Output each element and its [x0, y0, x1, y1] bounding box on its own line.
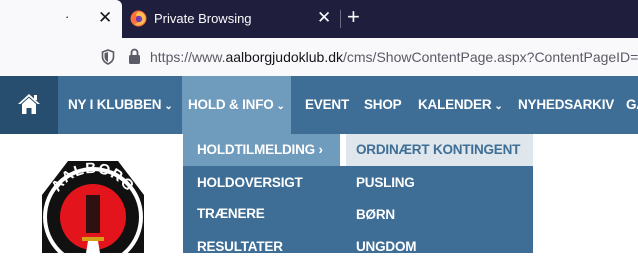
site-navbar: NY I KLUBBEN ⌄ HOLD & INFO ⌄ EVENT SHOP KA…: [0, 76, 638, 134]
url-prefix: https://www.: [150, 49, 226, 65]
nav-item-label: GA: [626, 97, 638, 112]
dropdown-item-label: RESULTATER: [197, 239, 283, 254]
dropdown-item-traenere[interactable]: TRÆNERE: [197, 203, 265, 225]
nav-item-nyhedsarkiv[interactable]: NYHEDSARKIV: [518, 76, 614, 134]
submenu-indicator: [340, 134, 346, 166]
tab-title: Private Browsing: [154, 11, 252, 26]
lock-icon[interactable]: [128, 48, 141, 65]
submenu-item-label: UNGDOM: [356, 239, 417, 254]
nav-item-event[interactable]: EVENT: [305, 76, 349, 134]
nav-item-label: EVENT: [305, 97, 350, 112]
firefox-icon: [130, 10, 147, 27]
close-icon[interactable]: ✕: [317, 8, 331, 28]
url-bar[interactable]: https://www.aalborgjudoklub.dk/cms/ShowC…: [0, 38, 638, 77]
shield-icon[interactable]: [101, 49, 115, 65]
nav-item-label: KALENDER: [418, 97, 492, 112]
nav-item-label: NY I KLUBBEN: [68, 97, 162, 112]
active-tab[interactable]: · ✕: [0, 0, 122, 38]
url-text[interactable]: https://www.aalborgjudoklub.dk/cms/ShowC…: [150, 49, 638, 65]
chevron-down-icon: ⌄: [276, 101, 285, 112]
url-domain: aalborgjudoklub.dk: [225, 49, 343, 65]
holdtilmelding-submenu: ORDINÆRT KONTINGENT PUSLING BØRN UNGDOM: [340, 134, 533, 254]
dropdown-item-resultater[interactable]: RESULTATER: [197, 236, 283, 258]
nav-item-ga[interactable]: GA: [626, 76, 638, 134]
new-tab-button[interactable]: +: [347, 5, 360, 29]
submenu-item-label: ORDINÆRT KONTINGENT: [356, 142, 521, 157]
home-button[interactable]: [0, 76, 58, 134]
url-path: /cms/ShowContentPage.aspx?ContentPageID=…: [343, 49, 638, 65]
chevron-right-icon: ›: [318, 142, 324, 157]
close-icon[interactable]: ✕: [98, 8, 112, 28]
submenu-item-label: BØRN: [356, 207, 395, 222]
submenu-item-boern[interactable]: BØRN: [356, 204, 395, 226]
chevron-down-icon: ⌄: [494, 101, 503, 112]
submenu-item-label: PUSLING: [356, 175, 415, 190]
tab-indicator: ·: [65, 9, 70, 24]
nav-item-label: SHOP: [364, 97, 402, 112]
dropdown-item-label: TRÆNERE: [197, 206, 265, 221]
nav-item-shop[interactable]: SHOP: [364, 76, 402, 134]
dropdown-item-label: HOLDOVERSIGT: [197, 175, 303, 190]
submenu-item-ordinaert-kontingent[interactable]: ORDINÆRT KONTINGENT: [346, 134, 533, 166]
submenu-item-ungdom[interactable]: UNGDOM: [356, 236, 416, 258]
hold-info-dropdown: HOLDTILMELDING › HOLDOVERSIGT TRÆNERE RE…: [183, 134, 340, 254]
home-icon: [18, 94, 40, 114]
nav-item-kalender[interactable]: KALENDER ⌄: [418, 76, 503, 134]
chevron-down-icon: ⌄: [164, 101, 173, 112]
dropdown-item-holdtilmelding[interactable]: HOLDTILMELDING ›: [183, 134, 340, 166]
nav-item-label: HOLD & INFO: [188, 97, 274, 112]
nav-item-label: NYHEDSARKIV: [518, 97, 615, 112]
nav-item-hold-info[interactable]: HOLD & INFO ⌄: [182, 76, 291, 134]
private-browsing-tab[interactable]: Private Browsing ✕: [122, 0, 342, 38]
nav-item-ny-i-klubben[interactable]: NY I KLUBBEN ⌄: [68, 76, 173, 134]
club-logo: AALBORG: [42, 160, 144, 253]
browser-tab-strip: · ✕ Private Browsing ✕ +: [0, 0, 638, 38]
submenu-item-pusling[interactable]: PUSLING: [356, 172, 415, 194]
tab-separator: [340, 10, 341, 28]
dropdown-item-label: HOLDTILMELDING: [197, 142, 315, 157]
dropdown-item-holdoversigt[interactable]: HOLDOVERSIGT: [197, 172, 303, 194]
